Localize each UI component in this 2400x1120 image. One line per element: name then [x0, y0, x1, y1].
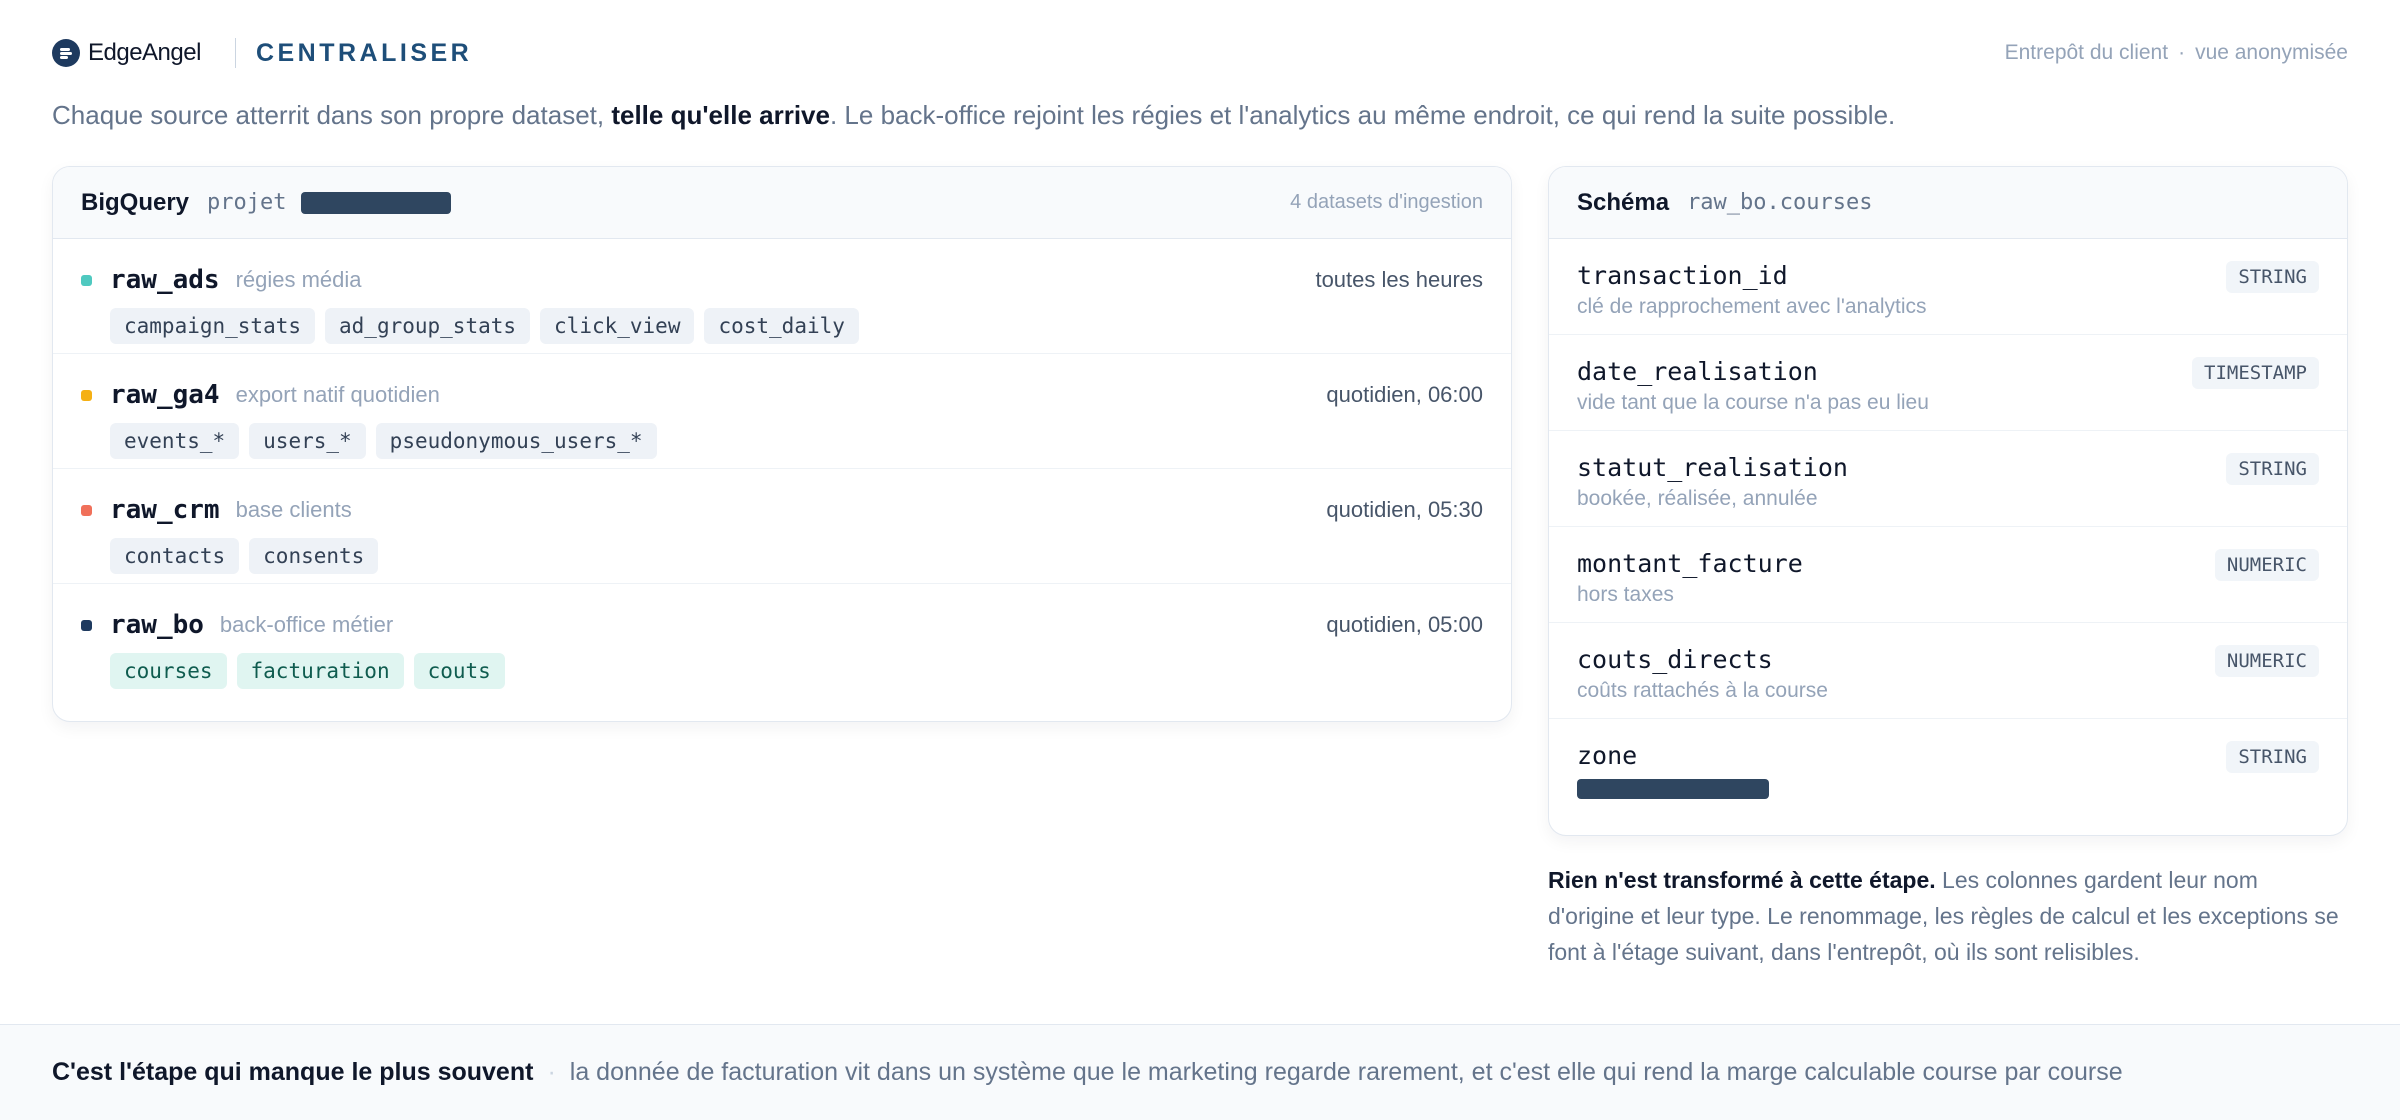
table-tag[interactable]: campaign_stats — [110, 308, 316, 344]
table-tag[interactable]: pseudonymous_users_* — [375, 423, 657, 459]
field-name: couts_directs — [1577, 645, 1773, 674]
dataset-tables: events_* users_* pseudonymous_users_* — [110, 423, 1483, 459]
footer-separator: · — [547, 1058, 556, 1086]
table-tag[interactable]: users_* — [249, 423, 366, 459]
intro-before: Chaque source atterrit dans son propre d… — [52, 100, 612, 130]
footer-text: la donnée de facturation vit dans un sys… — [569, 1058, 2123, 1086]
field-description: hors taxes — [1577, 583, 1674, 606]
dataset-row-header: raw_bo back-office métier quotidien, 05:00 — [81, 584, 1483, 640]
field-type-badge: NUMERIC — [2214, 645, 2319, 677]
header-divider — [234, 38, 236, 68]
schema-card: Schéma raw_bo.courses transaction_id STRI… — [1548, 166, 2348, 836]
field-name: statut_realisation — [1577, 453, 1848, 482]
field-name: zone — [1577, 741, 1638, 770]
schema-field-row: montant_facture NUMERIC hors taxes — [1549, 527, 2347, 623]
dataset-frequency: quotidien, 05:30 — [1326, 497, 1483, 522]
dataset-row[interactable]: raw_crm base clients quotidien, 05:30 conta… — [53, 469, 1511, 584]
project-name-redacted — [300, 191, 451, 214]
dataset-color-dot — [81, 504, 92, 516]
brand-logo[interactable]: EdgeAngel — [52, 39, 201, 67]
dataset-frequency: toutes les heures — [1315, 267, 1483, 292]
field-name: transaction_id — [1577, 261, 1788, 290]
dataset-color-dot — [81, 389, 92, 401]
bigquery-card: BigQuery projet 4 datasets d'ingestion r… — [52, 166, 1512, 722]
dataset-color-dot — [81, 619, 92, 631]
table-tag[interactable]: click_view — [540, 308, 695, 344]
intro-after: . Le back-office rejoint les régies et l… — [829, 100, 1896, 130]
dataset-description: back-office métier — [219, 612, 394, 637]
header: EdgeAngel CENTRALISER Entrepôt du client… — [52, 26, 2348, 80]
dataset-description: base clients — [235, 497, 352, 522]
schema-field-row: statut_realisation STRING bookée, réalisée… — [1549, 431, 2347, 527]
dataset-row-header: raw_crm base clients quotidien, 05:30 — [81, 469, 1483, 525]
table-tag[interactable]: events_* — [110, 423, 240, 459]
dataset-frequency: quotidien, 05:00 — [1326, 612, 1483, 637]
field-type-badge: STRING — [2226, 741, 2319, 773]
field-type-badge: TIMESTAMP — [2192, 357, 2319, 389]
dataset-row[interactable]: raw_ga4 export natif quotidien quotidien, … — [53, 354, 1511, 469]
dataset-tables: courses facturation couts — [110, 653, 1483, 689]
footer-banner: C'est l'étape qui manque le plus souvent… — [0, 1024, 2400, 1120]
dataset-row[interactable]: raw_bo back-office métier quotidien, 05:00… — [53, 584, 1511, 699]
dataset-row-header: raw_ga4 export natif quotidien quotidien, … — [81, 354, 1483, 410]
section-title: CENTRALISER — [255, 38, 473, 67]
schema-field-row: date_realisation TIMESTAMP vide tant que l… — [1549, 335, 2347, 431]
dataset-name: raw_ads — [110, 265, 220, 295]
dataset-name: raw_bo — [110, 610, 204, 640]
dataset-row-header: raw_ads régies média toutes les heures — [81, 239, 1483, 295]
brand-name: EdgeAngel — [88, 39, 201, 66]
dataset-description: export natif quotidien — [235, 382, 440, 407]
dataset-count: 4 datasets d'ingestion — [1290, 191, 1483, 213]
field-description-redacted — [1577, 779, 1769, 799]
intro-text: Chaque source atterrit dans son propre d… — [52, 100, 1895, 131]
footer-emphasis: C'est l'étape qui manque le plus souvent — [52, 1058, 534, 1086]
dataset-frequency: quotidien, 06:00 — [1326, 382, 1483, 407]
table-tag[interactable]: cost_daily — [704, 308, 859, 344]
field-type-badge: STRING — [2226, 261, 2319, 293]
schema-field-row: zone STRING — [1549, 719, 2347, 815]
table-tag[interactable]: consents — [249, 538, 379, 574]
dataset-list: raw_ads régies média toutes les heures camp… — [53, 239, 1511, 699]
schema-card-header: Schéma raw_bo.courses — [1549, 167, 2347, 239]
dataset-name: raw_crm — [110, 495, 220, 525]
client-view: vue anonymisée — [2195, 41, 2348, 64]
dataset-tables: contacts consents — [110, 538, 1483, 574]
edgeangel-logo-icon — [52, 39, 80, 67]
field-list: transaction_id STRING clé de rapprochement… — [1549, 239, 2347, 815]
table-tag[interactable]: ad_group_stats — [325, 308, 531, 344]
project-label: projet — [207, 190, 287, 215]
table-tag[interactable]: contacts — [110, 538, 240, 574]
schema-field-row: couts_directs NUMERIC coûts rattachés à la… — [1549, 623, 2347, 719]
bigquery-card-header: BigQuery projet 4 datasets d'ingestion — [53, 167, 1511, 239]
table-tag[interactable]: facturation — [236, 653, 404, 689]
schema-field-row: transaction_id STRING clé de rapprochement… — [1549, 239, 2347, 335]
schema-table-name: raw_bo.courses — [1687, 190, 1873, 215]
client-label: Entrepôt du client — [2004, 41, 2169, 64]
intro-emphasis: telle qu'elle arrive — [611, 100, 830, 130]
field-description: coûts rattachés à la course — [1577, 679, 1828, 702]
field-name: date_realisation — [1577, 357, 1818, 386]
dataset-description: régies média — [235, 267, 362, 292]
dataset-color-dot — [81, 274, 92, 286]
table-tag[interactable]: courses — [110, 653, 227, 689]
client-context: Entrepôt du client · vue anonymisée — [2005, 41, 2348, 65]
field-description: clé de rapprochement avec l'analytics — [1577, 295, 1927, 318]
field-type-badge: NUMERIC — [2214, 549, 2319, 581]
dataset-tables: campaign_stats ad_group_stats click_view co… — [110, 308, 1483, 344]
field-description: bookée, réalisée, annulée — [1577, 487, 1818, 510]
transformation-note: Rien n'est transformé à cette étape. Les… — [1548, 862, 2348, 970]
field-name: montant_facture — [1577, 549, 1803, 578]
field-description: vide tant que la course n'a pas eu lieu — [1577, 391, 1929, 414]
client-separator: · — [2178, 41, 2186, 64]
bigquery-title: BigQuery — [81, 188, 190, 216]
dataset-name: raw_ga4 — [110, 380, 220, 410]
field-type-badge: STRING — [2226, 453, 2319, 485]
schema-title: Schéma — [1577, 188, 1670, 216]
note-emphasis: Rien n'est transformé à cette étape. — [1548, 867, 1936, 893]
dataset-row[interactable]: raw_ads régies média toutes les heures camp… — [53, 239, 1511, 354]
table-tag[interactable]: couts — [413, 653, 505, 689]
